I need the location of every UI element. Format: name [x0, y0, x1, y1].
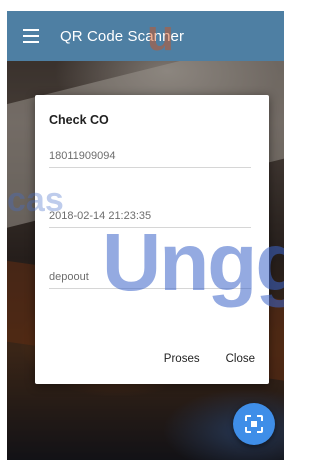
status-field[interactable]: [49, 266, 251, 289]
datetime-field[interactable]: [49, 205, 251, 228]
scan-fab-button[interactable]: [233, 403, 275, 445]
dialog-title: Check CO: [49, 113, 109, 127]
hamburger-icon[interactable]: [23, 29, 43, 43]
co-number-field[interactable]: [49, 145, 251, 168]
close-button[interactable]: Close: [216, 349, 265, 369]
dialog-actions: Proses Close: [154, 349, 269, 369]
app-title: QR Code Scanner: [60, 27, 185, 45]
app-bar: QR Code Scanner: [7, 11, 284, 61]
proses-button[interactable]: Proses: [154, 349, 210, 369]
phone-screen: QR Code Scanner Check CO Proses Close u …: [7, 11, 284, 460]
scan-icon: [245, 415, 263, 433]
check-co-dialog: Check CO Proses Close: [35, 95, 269, 384]
